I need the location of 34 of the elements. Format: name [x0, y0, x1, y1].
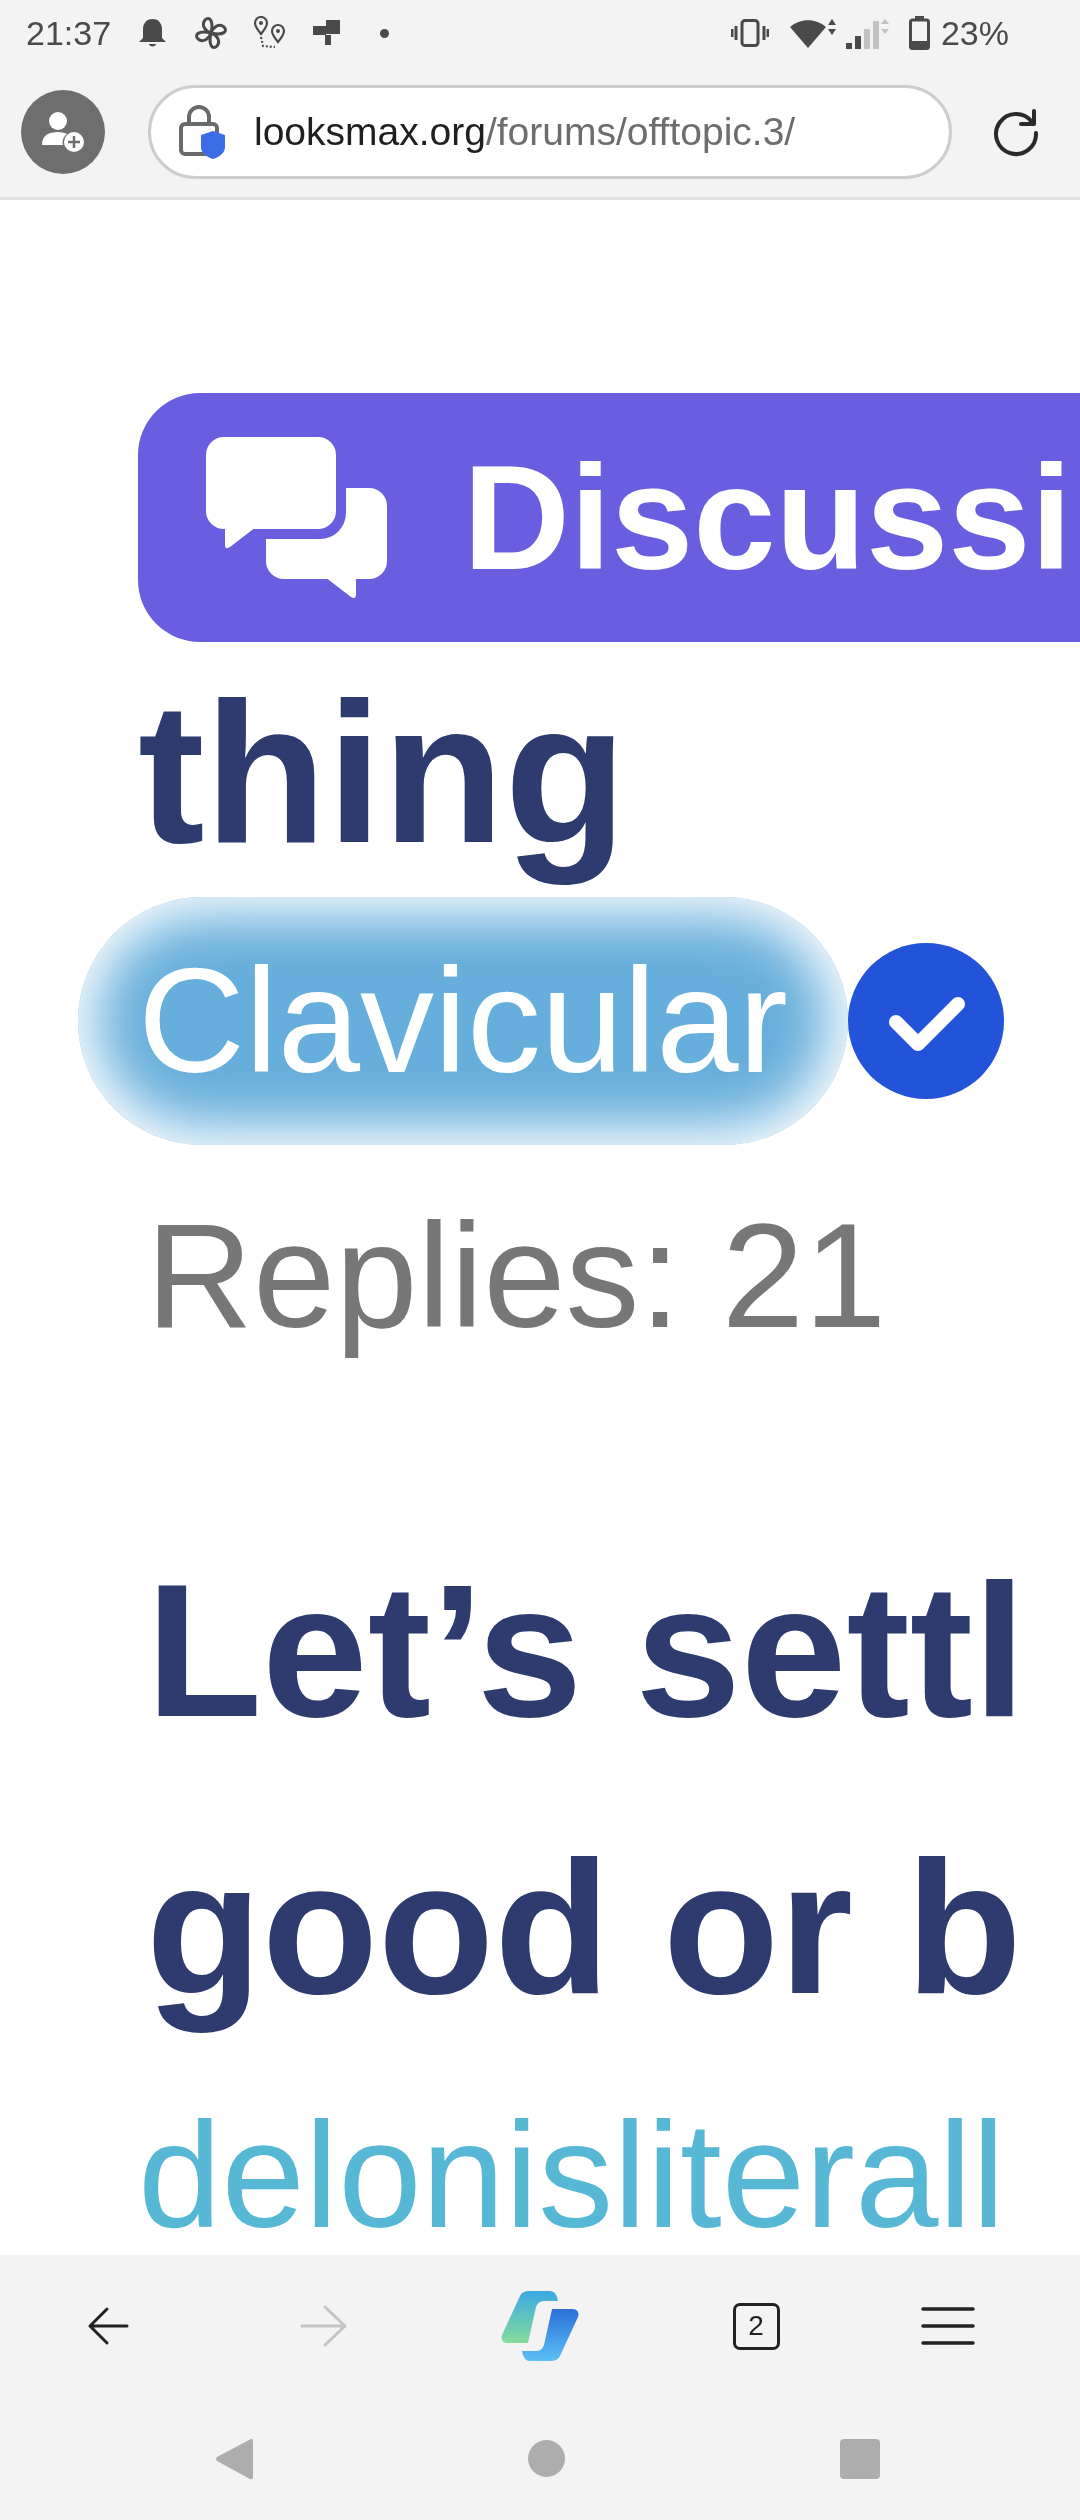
add-person-icon — [41, 110, 85, 153]
map-pins-icon — [253, 16, 287, 50]
battery-icon — [908, 16, 930, 50]
assistant-button[interactable] — [500, 2291, 580, 2361]
squares-icon — [313, 19, 341, 47]
signal-icon — [843, 17, 890, 49]
menu-icon — [921, 2306, 975, 2346]
chat-bubbles-icon — [206, 436, 387, 599]
ribbon-logo-icon — [500, 2291, 580, 2361]
system-home-icon[interactable] — [528, 2440, 565, 2477]
system-recents-icon[interactable] — [840, 2438, 880, 2479]
url-text: looksmax.org/forums/offtopic.3/ — [254, 112, 796, 151]
thread-title-link[interactable]: Let’s settl — [138, 1512, 1026, 1790]
menu-button[interactable] — [921, 2306, 975, 2346]
url-field[interactable]: looksmax.org/forums/offtopic.3/ — [148, 84, 952, 179]
thread-title-link[interactable]: good or b — [138, 1789, 1022, 2067]
thread-title-link[interactable]: thing — [138, 658, 627, 888]
replies-count: Replies: 21 — [145, 1192, 887, 1360]
discussion-prefix-badge[interactable]: Discussi — [138, 393, 1080, 642]
reload-icon — [991, 106, 1041, 157]
bell-icon — [138, 17, 168, 49]
clock-time: 21:37 — [26, 16, 112, 50]
system-back-icon[interactable] — [215, 2436, 253, 2481]
vibrate-icon — [730, 19, 769, 47]
lock-shield-icon — [179, 104, 225, 159]
pinwheel-icon — [193, 15, 230, 51]
tab-count-button[interactable]: 2 — [732, 2302, 780, 2350]
reload-button[interactable] — [991, 106, 1041, 157]
back-button[interactable] — [87, 2305, 129, 2347]
wifi-icon — [788, 17, 837, 49]
back-arrow-icon — [87, 2306, 129, 2346]
forward-arrow-icon — [300, 2304, 348, 2348]
battery-percentage: 23% — [940, 16, 1009, 50]
dot-icon — [380, 28, 390, 38]
